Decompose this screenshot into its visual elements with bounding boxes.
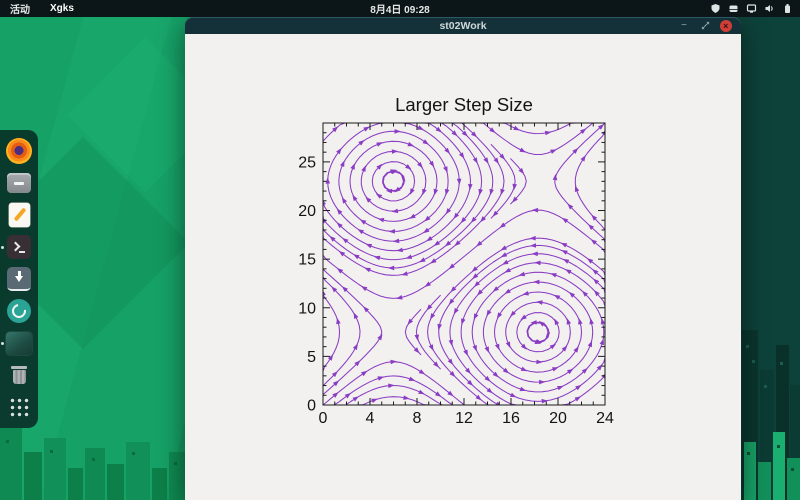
svg-text:16: 16 [502, 410, 520, 427]
dock-item-firefox[interactable] [6, 138, 32, 164]
minimize-button[interactable]: − [677, 17, 691, 34]
chart-title: Larger Step Size [395, 94, 533, 115]
resize-icon [701, 21, 709, 30]
svg-text:20: 20 [549, 410, 567, 427]
show-apps-icon [9, 397, 29, 417]
system-tray[interactable] [710, 3, 793, 14]
svg-text:24: 24 [596, 410, 614, 427]
plot-svg: Larger Step Size 0 4 8 12 16 20 24 0 5 10 15 20 25 [298, 94, 614, 427]
clock-button[interactable]: 8月4日 09:28 [370, 1, 429, 16]
activities-button[interactable]: 活动 [10, 1, 30, 16]
svg-text:0: 0 [307, 398, 316, 415]
dock-item-xgks-window[interactable] [1, 330, 32, 356]
terminal-icon [7, 235, 31, 259]
focused-app-menu[interactable]: Xgks [50, 3, 74, 14]
maximize-button[interactable] [698, 17, 712, 34]
svg-text:8: 8 [413, 410, 422, 427]
svg-text:0: 0 [319, 410, 328, 427]
svg-text:10: 10 [298, 300, 316, 317]
trash-icon [9, 363, 29, 387]
svg-text:15: 15 [298, 252, 316, 269]
downloads-icon [7, 267, 31, 291]
firefox-icon [6, 138, 32, 164]
dock-item-software-updater[interactable] [6, 298, 32, 324]
window-titlebar[interactable]: st02Work [185, 17, 741, 34]
dock [0, 130, 38, 428]
streamline-arrows [323, 124, 605, 405]
streamlines [323, 123, 605, 405]
window-title: st02Work [439, 19, 487, 32]
volume-icon [765, 5, 773, 12]
battery-icon [785, 4, 790, 13]
svg-text:25: 25 [298, 154, 316, 171]
text-editor-icon [8, 203, 30, 227]
window-content: Larger Step Size 0 4 8 12 16 20 24 0 5 10 15 20 25 [185, 34, 741, 500]
shield-icon [711, 4, 720, 13]
dock-item-files[interactable] [6, 170, 32, 196]
display-icon [746, 4, 757, 13]
svg-text:12: 12 [455, 410, 473, 427]
dock-item-show-apps[interactable] [6, 394, 32, 420]
svg-text:4: 4 [366, 410, 375, 427]
top-bar: 活动 Xgks 8月4日 09:28 [0, 0, 800, 17]
close-button[interactable]: × [719, 19, 732, 32]
xgks-window-icon [6, 331, 32, 355]
touchpad-icon [729, 5, 738, 12]
dock-item-text-editor[interactable] [6, 202, 32, 228]
dock-item-downloads[interactable] [6, 266, 32, 292]
dock-item-terminal[interactable] [1, 234, 32, 260]
software-updater-icon [7, 299, 31, 323]
dock-item-trash[interactable] [6, 362, 32, 388]
app-window: st02Work − × Larger Step Size 0 4 8 12 16 20 2… [185, 17, 741, 500]
svg-text:20: 20 [298, 203, 316, 220]
files-icon [7, 173, 31, 193]
svg-text:5: 5 [307, 349, 316, 366]
